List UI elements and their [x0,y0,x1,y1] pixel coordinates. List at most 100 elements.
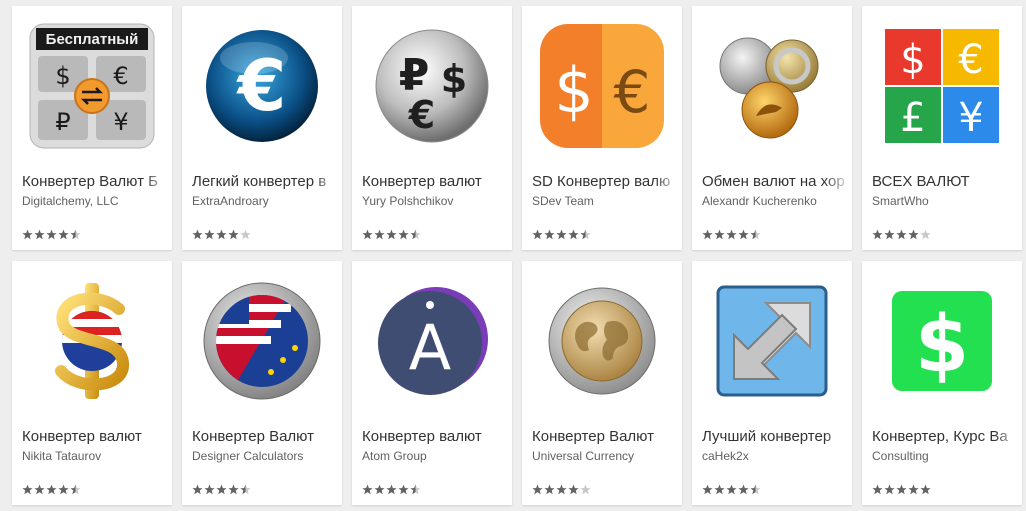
app-card-cahek2x[interactable]: Лучший конвертер caHek2x [692,261,852,505]
star-half-icon [70,229,81,240]
star-half-icon [410,484,421,495]
gold-dollar-flag-icon [12,261,172,421]
star-full-icon [714,484,725,495]
app-developer[interactable]: Universal Currency [532,449,682,463]
svg-text:£: £ [900,95,925,141]
app-card-tataurov[interactable]: Конвертер валют Nikita Tataurov [12,261,172,505]
star-full-icon [702,229,713,240]
svg-text:¥: ¥ [958,95,983,141]
svg-text:€: € [236,45,287,127]
star-full-icon [204,484,215,495]
star-rating [22,229,81,241]
star-full-icon [228,484,239,495]
star-full-icon [398,484,409,495]
star-full-icon [544,229,555,240]
app-developer[interactable]: Alexandr Kucherenko [702,194,852,208]
star-full-icon [216,229,227,240]
ruble-dollar-euro-icon: ₽ $ € [352,6,512,166]
star-full-icon [738,229,749,240]
app-title[interactable]: Конвертер Валют Б [22,173,172,190]
star-full-icon [34,484,45,495]
app-developer[interactable]: Yury Polshchikov [362,194,512,208]
coins-icon [692,6,852,166]
four-currencies-icon: $ € £ ¥ [862,6,1022,166]
app-card-extraandroary[interactable]: € Легкий конвертер в ExtraAndroary [182,6,342,250]
star-full-icon [398,229,409,240]
app-developer[interactable]: Digitalchemy, LLC [22,194,172,208]
app-developer[interactable]: Atom Group [362,449,512,463]
dollar-euro-orange-icon: $ € [522,6,682,166]
star-rating [702,484,761,496]
app-card-atom[interactable]: A Конвертер валют Atom Group [352,261,512,505]
star-full-icon [714,229,725,240]
star-full-icon [532,229,543,240]
star-full-icon [884,229,895,240]
star-full-icon [58,229,69,240]
app-developer[interactable]: SDev Team [532,194,682,208]
app-title[interactable]: SD Конвертер валю [532,173,682,190]
star-full-icon [726,484,737,495]
star-rating [872,484,931,496]
app-title[interactable]: Конвертер, Курс Ва [872,428,1022,445]
app-card-polshchikov[interactable]: ₽ $ € Конвертер валют Yury Polshchikov [352,6,512,250]
app-title[interactable]: ВСЕХ ВАЛЮТ [872,173,1022,190]
star-full-icon [920,484,931,495]
star-full-icon [556,229,567,240]
app-developer[interactable]: SmartWho [872,194,1022,208]
star-full-icon [22,484,33,495]
star-full-icon [884,484,895,495]
star-full-icon [362,484,373,495]
star-rating [532,484,591,496]
star-full-icon [216,484,227,495]
app-title[interactable]: Конвертер валют [362,428,512,445]
star-empty-icon [580,484,591,495]
star-full-icon [374,484,385,495]
svg-text:€: € [614,58,651,126]
star-rating [872,229,931,241]
app-developer[interactable]: caHek2x [702,449,852,463]
app-title[interactable]: Конвертер Валют [532,428,682,445]
app-card-consulting[interactable]: $ Конвертер, Курс Ва Consulting [862,261,1022,505]
app-card-universal[interactable]: Конвертер Валют Universal Currency [522,261,682,505]
star-full-icon [22,229,33,240]
app-card-smartwho[interactable]: $ € £ ¥ ВСЕХ ВАЛЮТ SmartWho [862,6,1022,250]
star-rating [362,484,421,496]
app-card-designer[interactable]: Конвертер Валют Designer Calculators [182,261,342,505]
app-title[interactable]: Конвертер Валют [192,428,342,445]
star-half-icon [410,229,421,240]
app-card-digitalchemy[interactable]: Бесплатный $ € ₽ ¥ Конвертер Валют Б Dig… [12,6,172,250]
app-card-kucherenko[interactable]: Обмен валют на хор Alexandr Kucherenko [692,6,852,250]
app-title[interactable]: Обмен валют на хор [702,173,852,190]
green-dollar-icon: $ [862,261,1022,421]
star-full-icon [872,229,883,240]
star-full-icon [896,229,907,240]
currency-calculator-icon: Бесплатный $ € ₽ ¥ [12,6,172,166]
svg-text:$: $ [441,57,467,101]
svg-text:€: € [113,62,128,90]
star-full-icon [726,229,737,240]
svg-text:₽: ₽ [55,108,70,136]
star-rating [532,229,591,241]
star-full-icon [544,484,555,495]
app-title[interactable]: Конвертер валют [22,428,172,445]
star-half-icon [580,229,591,240]
star-full-icon [908,229,919,240]
app-developer[interactable]: ExtraAndroary [192,194,342,208]
app-developer[interactable]: Nikita Tataurov [22,449,172,463]
star-rating [192,229,251,241]
star-full-icon [532,484,543,495]
svg-text:A: A [409,311,451,384]
svg-text:¥: ¥ [113,108,128,136]
app-developer[interactable]: Consulting [872,449,1022,463]
star-full-icon [46,229,57,240]
svg-text:$: $ [915,300,969,390]
star-rating [192,484,251,496]
app-title[interactable]: Конвертер валют [362,173,512,190]
svg-text:$: $ [55,62,70,90]
app-card-sdev[interactable]: $ € SD Конвертер валю SDev Team [522,6,682,250]
app-title[interactable]: Лучший конвертер [702,428,852,445]
star-full-icon [568,484,579,495]
app-title[interactable]: Легкий конвертер в [192,173,342,190]
svg-text:€: € [958,37,983,83]
app-developer[interactable]: Designer Calculators [192,449,342,463]
